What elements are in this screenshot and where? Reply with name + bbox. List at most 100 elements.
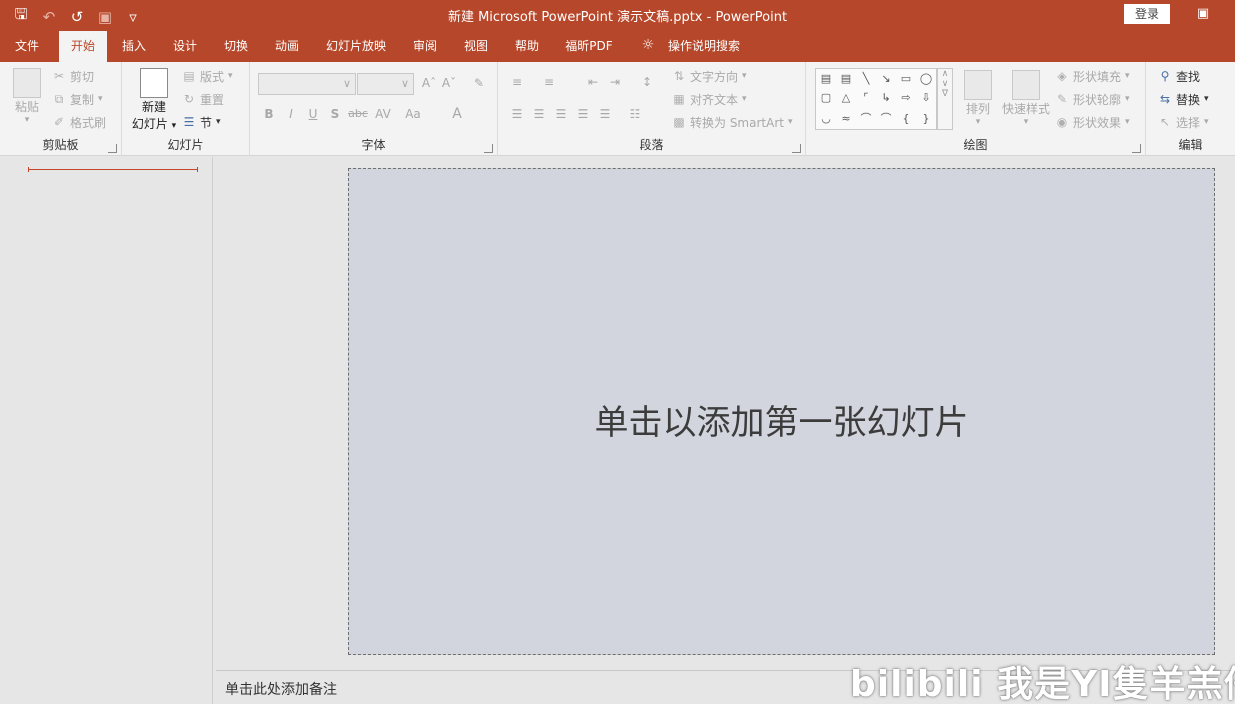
font-name-combo[interactable]: ∨ (258, 73, 356, 95)
shape-outline-button[interactable]: ✎ 形状轮廓 ▾ (1055, 89, 1130, 109)
increase-indent-icon[interactable]: ⇥ (606, 75, 624, 89)
underline-button[interactable]: U (304, 107, 322, 121)
decrease-font-icon[interactable]: Aˇ (440, 76, 458, 90)
clear-formatting-icon[interactable]: ✎ (470, 76, 488, 90)
textbox-icon[interactable]: ▤ (821, 72, 831, 85)
tab-review[interactable]: 审阅 (403, 31, 447, 62)
copy-button[interactable]: ⧉ 复制 ▾ (52, 89, 103, 109)
quick-styles-dropdown-icon: ▾ (1023, 117, 1029, 127)
shape-effects-button[interactable]: ◉ 形状效果 ▾ (1055, 112, 1130, 132)
tab-transitions[interactable]: 切换 (214, 31, 258, 62)
align-center-icon[interactable]: ☰ (530, 107, 548, 121)
layout-icon: ▤ (183, 69, 195, 83)
down-arrow-icon[interactable]: ⇩ (921, 91, 930, 104)
scribble-icon[interactable]: ≈ (841, 112, 850, 125)
rounded-rectangle-icon[interactable]: ▢ (821, 91, 831, 104)
numbering-icon[interactable]: ≡ (540, 75, 558, 89)
brace-right-icon[interactable]: } (923, 112, 930, 125)
arc-icon[interactable]: ⌒ (881, 110, 892, 126)
dialog-launcher-icon[interactable] (108, 144, 117, 153)
add-first-slide-prompt[interactable]: 单击以添加第一张幻灯片 (349, 395, 1214, 444)
dialog-launcher-icon[interactable] (792, 144, 801, 153)
arrow-line-icon[interactable]: ↘ (881, 72, 890, 85)
new-slide-dropdown-icon: ▾ (171, 121, 177, 131)
justify-icon[interactable]: ☰ (574, 107, 592, 121)
tab-file[interactable]: 文件 (5, 31, 49, 62)
curve-icon[interactable]: ⌒ (861, 110, 872, 126)
format-painter-button[interactable]: ✐ 格式刷 (52, 112, 106, 132)
layout-button[interactable]: ▤ 版式 ▾ (182, 66, 232, 86)
quick-styles-button[interactable]: 快速样式 ▾ (1000, 70, 1052, 127)
align-text-button[interactable]: ▦ 对齐文本 ▾ (672, 89, 746, 109)
arrange-icon (964, 70, 992, 100)
line-icon[interactable]: ╲ (863, 72, 870, 85)
tab-slideshow[interactable]: 幻灯片放映 (320, 31, 392, 62)
select-dropdown-icon: ▾ (1204, 117, 1209, 127)
shape-fill-button[interactable]: ◈ 形状填充 ▾ (1055, 66, 1129, 86)
pencil-icon: ✎ (1056, 92, 1068, 106)
decrease-indent-icon[interactable]: ⇤ (584, 75, 602, 89)
arrange-button[interactable]: 排列 ▾ (960, 70, 996, 127)
convert-smartart-button[interactable]: ▩ 转换为 SmartArt ▾ (672, 112, 792, 132)
slide-thumbnail-pane[interactable] (0, 157, 213, 704)
chevron-down-icon[interactable]: ∨ (938, 79, 952, 89)
line-spacing-icon[interactable]: ↕ (638, 75, 656, 89)
paste-button[interactable]: 粘贴 ▾ (8, 68, 46, 125)
tab-animations[interactable]: 动画 (265, 31, 309, 62)
align-left-icon[interactable]: ☰ (508, 107, 526, 121)
dialog-launcher-icon[interactable] (484, 144, 493, 153)
cut-label: 剪切 (70, 69, 95, 84)
increase-font-icon[interactable]: Aˆ (420, 76, 438, 90)
freeform-icon[interactable]: ◡ (821, 112, 831, 125)
section-dropdown-icon: ▾ (216, 117, 221, 127)
select-button[interactable]: ↖ 选择 ▾ (1158, 112, 1209, 132)
reset-button[interactable]: ↻ 重置 (182, 89, 224, 109)
tab-insert[interactable]: 插入 (112, 31, 156, 62)
shapes-scroll[interactable]: ∧ ∨ ∇ (937, 68, 953, 130)
brace-left-icon[interactable]: { (903, 112, 910, 125)
oval-icon[interactable]: ◯ (920, 72, 932, 85)
elbow-arrow-icon[interactable]: ↳ (881, 91, 890, 104)
tab-foxit-pdf[interactable]: 福昕PDF (560, 31, 618, 62)
distributed-icon[interactable]: ☰ (596, 107, 614, 121)
rectangle-icon[interactable]: ▭ (901, 72, 911, 85)
change-case-button[interactable]: Aa (402, 107, 424, 121)
align-right-icon[interactable]: ☰ (552, 107, 570, 121)
elbow-connector-icon[interactable]: ⌜ (863, 91, 868, 104)
new-slide-button[interactable]: 新建 幻灯片 ▾ (130, 68, 178, 132)
italic-button[interactable]: I (282, 107, 300, 121)
chevron-up-icon[interactable]: ∧ (938, 69, 952, 79)
smartart-icon: ▩ (673, 115, 685, 129)
section-button[interactable]: ☰ 节 ▾ (182, 112, 221, 132)
ribbon-display-options-icon[interactable]: ▣ (1190, 4, 1216, 24)
login-button[interactable]: 登录 (1124, 4, 1170, 24)
font-color-button[interactable]: A (446, 106, 468, 122)
tab-design[interactable]: 设计 (163, 31, 207, 62)
find-button[interactable]: ⚲ 查找 (1158, 66, 1200, 86)
replace-button[interactable]: ⇆ 替换 ▾ (1158, 89, 1209, 109)
cut-button[interactable]: ✂ 剪切 (52, 66, 94, 86)
dialog-launcher-icon[interactable] (1132, 144, 1141, 153)
select-label: 选择 (1176, 115, 1201, 130)
bullets-icon[interactable]: ≡ (508, 75, 526, 89)
vertical-textbox-icon[interactable]: ▤ (841, 72, 851, 85)
font-size-combo[interactable]: ∨ (357, 73, 414, 95)
right-arrow-icon[interactable]: ⇨ (901, 91, 910, 104)
slides-group-label: 幻灯片 (167, 138, 204, 152)
slide-canvas[interactable]: 单击以添加第一张幻灯片 (348, 168, 1215, 655)
tab-home[interactable]: 开始 (59, 31, 107, 62)
shapes-gallery[interactable]: ▤ ▤ ╲ ↘ ▭ ◯ ▢ △ ⌜ ↳ ⇨ ⇩ ◡ ≈ ⌒ ⌒ { } (815, 68, 937, 130)
triangle-icon[interactable]: △ (842, 91, 850, 104)
tell-me-search[interactable]: 操作说明搜索 (664, 31, 744, 62)
bold-button[interactable]: B (260, 107, 278, 121)
text-direction-button[interactable]: ⇅ 文字方向 ▾ (672, 66, 747, 86)
replace-icon: ⇆ (1159, 92, 1171, 106)
strikethrough-button[interactable]: abc (346, 107, 370, 120)
columns-icon[interactable]: ☷ (626, 107, 644, 121)
tab-view[interactable]: 视图 (454, 31, 498, 62)
character-spacing-button[interactable]: AV (372, 107, 394, 121)
shadow-button[interactable]: S (326, 107, 344, 121)
more-icon[interactable]: ∇ (938, 89, 952, 99)
tab-help[interactable]: 帮助 (505, 31, 549, 62)
font-group-label: 字体 (361, 138, 386, 152)
